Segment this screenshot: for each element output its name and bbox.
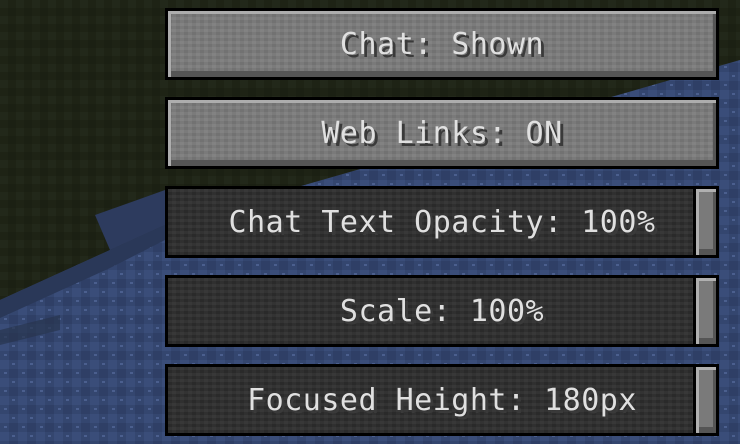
scale-handle[interactable] [693,275,719,347]
scale-label: Scale: 100% [339,293,545,329]
focused-height-label: Focused Height: 180px [247,382,637,418]
web-links-label: Web Links: ON [321,115,563,151]
chat-visibility-label: Chat: Shown [339,26,545,62]
chat-settings-panel: Chat: Shown Web Links: ON Chat Text Opac… [0,0,740,444]
focused-height-handle[interactable] [693,364,719,436]
chat-text-opacity-label: Chat Text Opacity: 100% [228,204,656,240]
chat-visibility-button[interactable]: Chat: Shown [165,8,719,80]
web-links-button[interactable]: Web Links: ON [165,97,719,169]
scale-slider[interactable]: Scale: 100% [165,275,719,347]
focused-height-slider[interactable]: Focused Height: 180px [165,364,719,436]
chat-text-opacity-handle[interactable] [693,186,719,258]
chat-text-opacity-slider[interactable]: Chat Text Opacity: 100% [165,186,719,258]
